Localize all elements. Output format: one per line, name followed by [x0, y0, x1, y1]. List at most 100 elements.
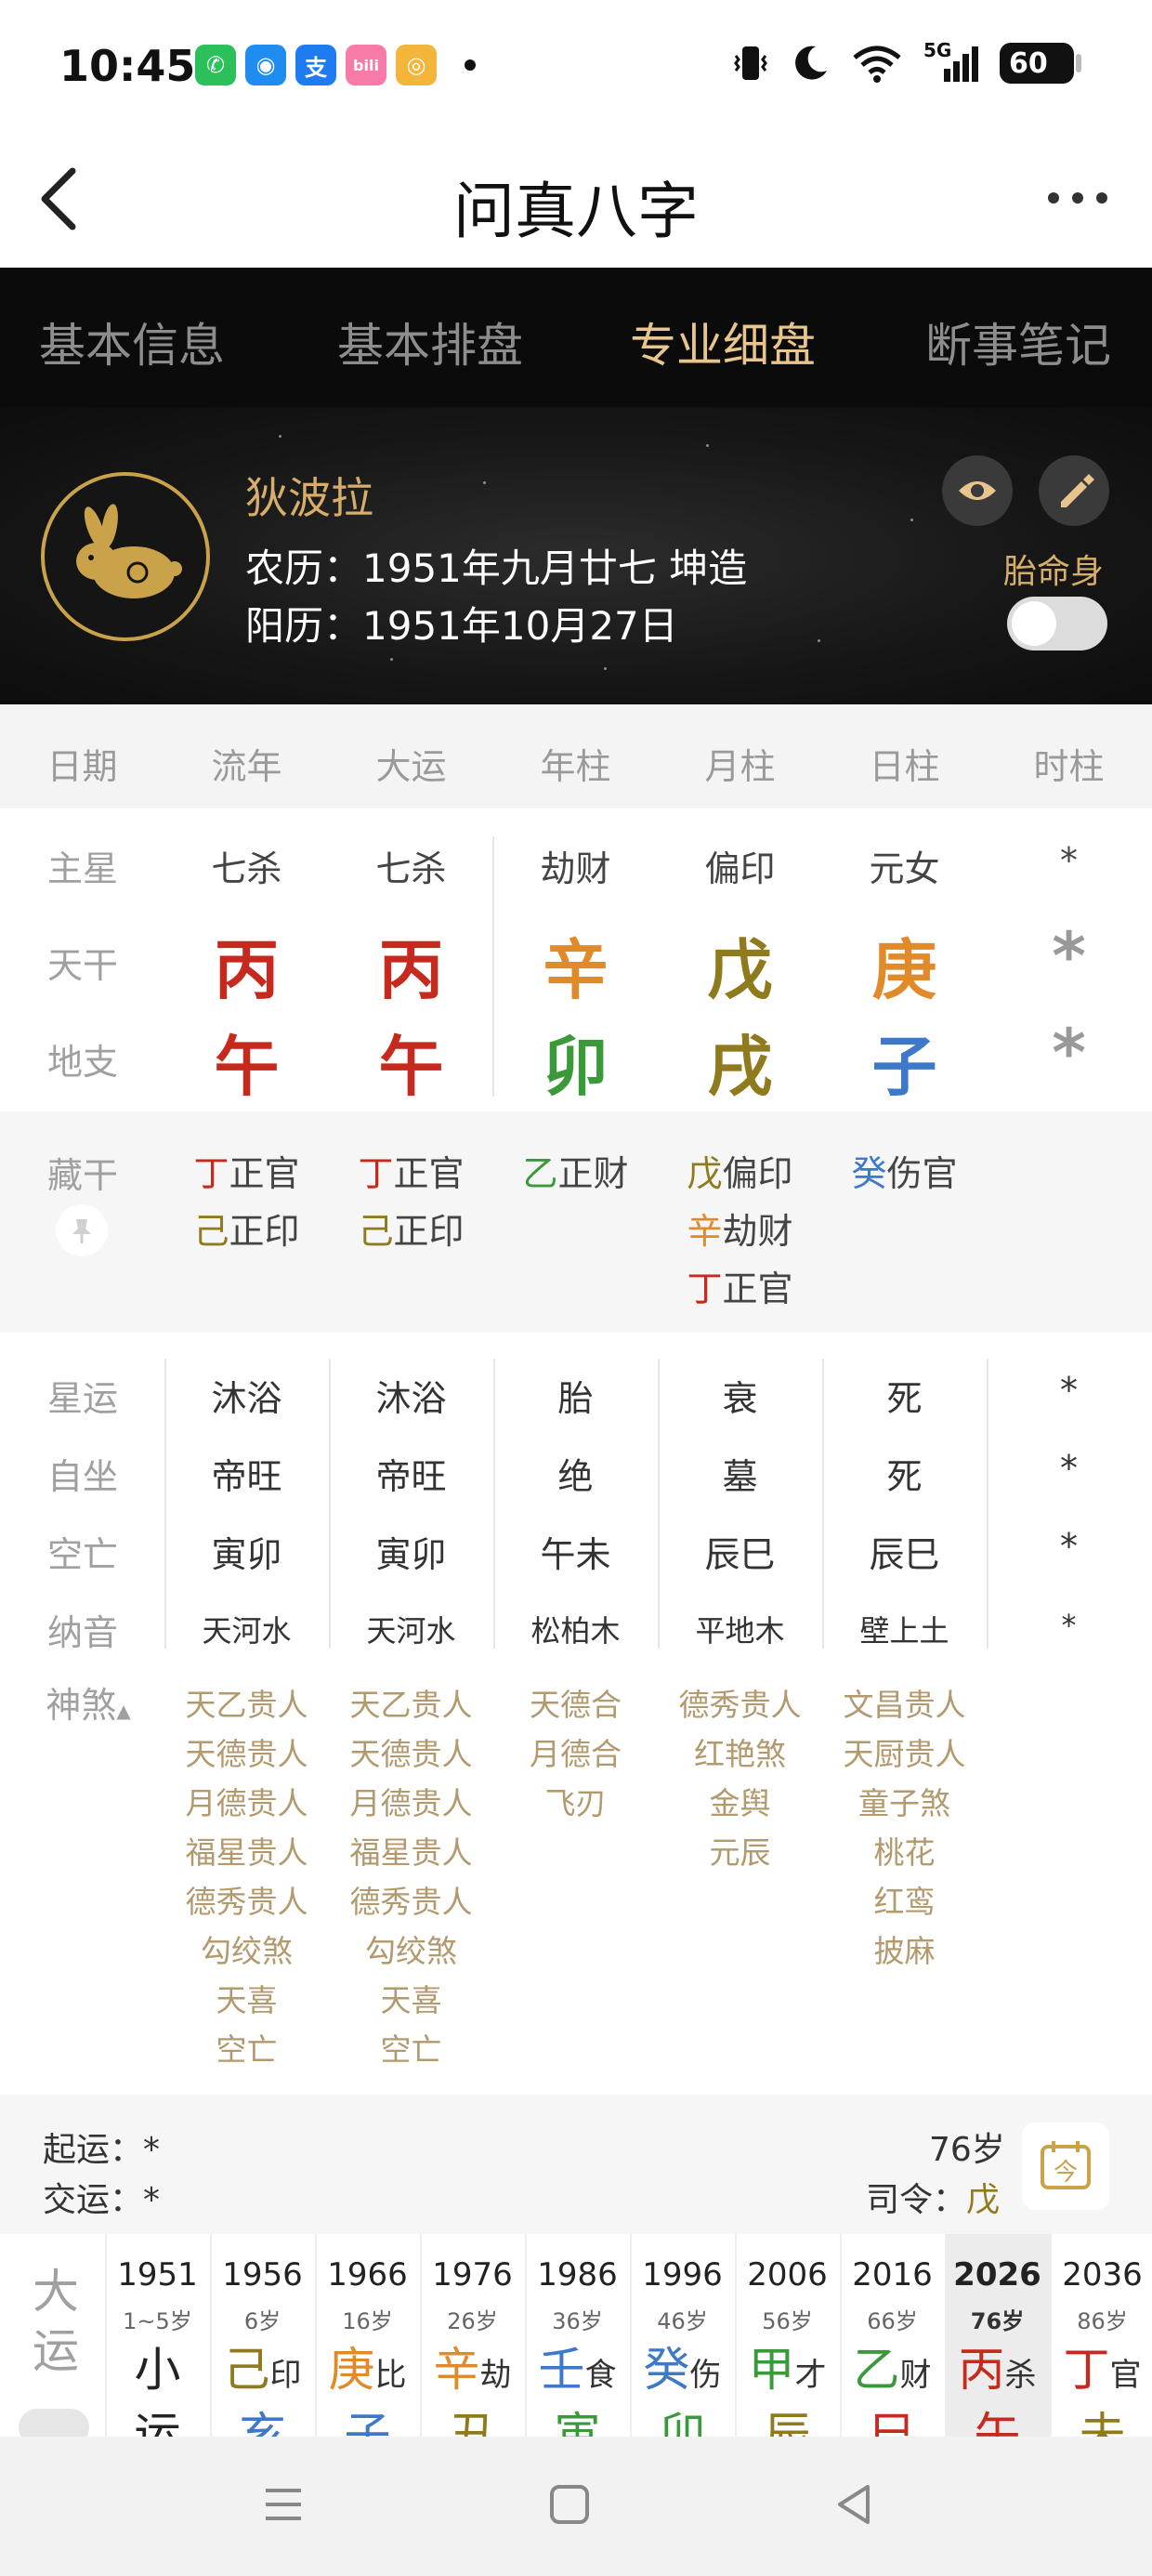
shensha-item[interactable]: 金舆	[658, 1779, 822, 1823]
detail-cell: *	[1061, 1608, 1077, 1643]
tiangan-cell[interactable]: 丙	[164, 918, 329, 1012]
shensha-item[interactable]: 天德贵人	[329, 1729, 493, 1774]
dayun-column[interactable]: 1986 36岁 壬食寅	[525, 2234, 630, 2437]
avatar[interactable]	[41, 472, 210, 641]
tab-basic-chart[interactable]: 基本排盘	[291, 309, 569, 375]
canggan-item: 己正印	[164, 1203, 329, 1254]
dayun-gan: 辛劫	[420, 2333, 525, 2399]
dayun-column[interactable]: 1951 1~5岁小运	[105, 2234, 210, 2437]
bilibili-icon: bili	[346, 45, 386, 85]
dayun-year: 1966	[327, 2256, 408, 2293]
tiangan-cell[interactable]: 丙	[329, 918, 493, 1012]
dayun-column[interactable]: 2026 76岁 丙杀午	[945, 2234, 1050, 2437]
col-header-date: 日期	[46, 746, 118, 787]
dayun-column[interactable]: 1976 26岁 辛劫丑	[420, 2234, 525, 2437]
menu-icon[interactable]	[260, 2481, 307, 2528]
tiangan-cell[interactable]: 庚	[822, 918, 987, 1012]
moon-icon	[795, 46, 827, 80]
zhuxing-cell: 七杀	[375, 848, 447, 889]
canggan-shishen: 正官	[229, 1153, 300, 1194]
shensha-item[interactable]: 飞刃	[493, 1779, 658, 1823]
shensha-item[interactable]: 勾绞煞	[164, 1926, 329, 1971]
shensha-item[interactable]: 空亡	[164, 2025, 329, 2070]
pencil-icon	[1061, 474, 1094, 507]
shensha-item[interactable]: 文昌贵人	[822, 1680, 987, 1725]
shensha-item[interactable]: 勾绞煞	[329, 1926, 493, 1971]
shensha-item[interactable]: 元辰	[658, 1828, 822, 1873]
back-nav-icon[interactable]	[831, 2481, 877, 2528]
dayun-gan-shishen: 杀	[1004, 2357, 1037, 2394]
shensha-item[interactable]: 披麻	[822, 1926, 987, 1971]
shensha-item[interactable]: 德秀贵人	[658, 1680, 822, 1725]
shensha-item[interactable]: 天喜	[164, 1976, 329, 2020]
row-label-shensha[interactable]: 神煞▲	[28, 1676, 149, 1728]
tab-detailed-chart[interactable]: 专业细盘	[583, 309, 862, 375]
dayun-column[interactable]: 1966 16岁 庚比子	[315, 2234, 420, 2437]
dayun-strip: 大运 1951 1~5岁小运 1956 6岁 己印亥 1966 16岁 庚比子 1976 26岁辛…	[0, 2234, 1152, 2437]
dizhi-cell[interactable]: 戌	[658, 1015, 822, 1109]
siling-value: 戊	[966, 2181, 1001, 2219]
toggle-knob	[1012, 601, 1056, 646]
dayun-gan: 丙杀	[945, 2333, 1050, 2399]
edit-button[interactable]	[1039, 455, 1109, 526]
shensha-item[interactable]: 桃花	[822, 1828, 987, 1873]
shensha-item[interactable]: 红艳煞	[658, 1729, 822, 1774]
shensha-item[interactable]: 德秀贵人	[329, 1877, 493, 1922]
shensha-item[interactable]: 天厨贵人	[822, 1729, 987, 1774]
dayun-gan-char: 庚	[328, 2343, 375, 2397]
shensha-item[interactable]: 天德贵人	[164, 1729, 329, 1774]
dayun-zhi: 卯	[659, 2408, 706, 2437]
dayun-gan: 甲才	[735, 2333, 840, 2399]
dayun-column[interactable]: 2006 56岁 甲才辰	[735, 2234, 840, 2437]
shensha-item[interactable]: 德秀贵人	[164, 1877, 329, 1922]
view-button[interactable]	[942, 455, 1013, 526]
zhuxing-cell: *	[1060, 840, 1078, 881]
shensha-item[interactable]: 空亡	[329, 2025, 493, 2070]
shensha-item[interactable]: 福星贵人	[164, 1828, 329, 1873]
dizhi-cell[interactable]: 午	[329, 1015, 493, 1109]
zhuxing-cell: 七杀	[211, 848, 282, 889]
shensha-item[interactable]: 天德合	[493, 1680, 658, 1725]
tiangan-cell[interactable]: 戊	[658, 918, 822, 1012]
shensha-item[interactable]: 月德贵人	[164, 1779, 329, 1823]
pin-button[interactable]	[56, 1204, 108, 1256]
today-button[interactable]: 今	[1022, 2123, 1109, 2210]
shensha-item[interactable]: 红鸾	[822, 1877, 987, 1922]
shensha-item[interactable]: 天乙贵人	[164, 1680, 329, 1725]
shensha-item[interactable]: 月德合	[493, 1729, 658, 1774]
row-label-tiangan: 天干	[46, 945, 118, 986]
home-icon[interactable]	[546, 2481, 593, 2528]
tab-basic-info[interactable]: 基本信息	[0, 309, 271, 375]
weibo-icon: ◎	[396, 45, 437, 85]
col-header-hour-pillar: 时柱	[1033, 746, 1105, 787]
divider	[315, 2234, 317, 2437]
dayun-column[interactable]: 1956 6岁 己印亥	[210, 2234, 315, 2437]
tab-notes[interactable]: 断事笔记	[879, 309, 1152, 375]
dizhi-cell[interactable]: 午	[164, 1015, 329, 1109]
dayun-column[interactable]: 1996 46岁 癸伤卯	[630, 2234, 735, 2437]
dayun-toggle[interactable]	[19, 2409, 89, 2437]
dayun-column[interactable]: 2036 86岁 丁官未	[1050, 2234, 1152, 2437]
shensha-item[interactable]: 天乙贵人	[329, 1680, 493, 1725]
canggan-gan: 丁	[687, 1268, 723, 1309]
shensha-item[interactable]: 童子煞	[822, 1779, 987, 1823]
tiangan-cell[interactable]: 辛	[493, 918, 658, 1012]
shensha-item[interactable]: 月德贵人	[329, 1779, 493, 1823]
canggan-shishen: 伤官	[886, 1153, 958, 1194]
more-icon[interactable]	[1041, 175, 1115, 221]
dizhi-cell[interactable]: 卯	[493, 1015, 658, 1109]
shensha-item[interactable]: 福星贵人	[329, 1828, 493, 1873]
calendar-icon: 今	[1041, 2141, 1091, 2189]
dizhi-cell[interactable]: 子	[822, 1015, 987, 1109]
qq-icon: ◉	[245, 45, 286, 85]
dayun-column[interactable]: 2016 66岁 乙财巳	[840, 2234, 945, 2437]
taiming-toggle[interactable]	[1007, 597, 1107, 651]
shensha-item[interactable]: 天喜	[329, 1976, 493, 2020]
detail-cell: 辰巳	[704, 1534, 776, 1575]
divider	[822, 1359, 824, 1649]
battery-icon: 60	[1000, 43, 1081, 84]
tiangan-cell[interactable]: *	[987, 918, 1151, 994]
dayun-gan: 小	[105, 2333, 210, 2399]
dizhi-cell[interactable]: *	[987, 1015, 1151, 1091]
col-header-dayun: 大运	[375, 746, 447, 787]
